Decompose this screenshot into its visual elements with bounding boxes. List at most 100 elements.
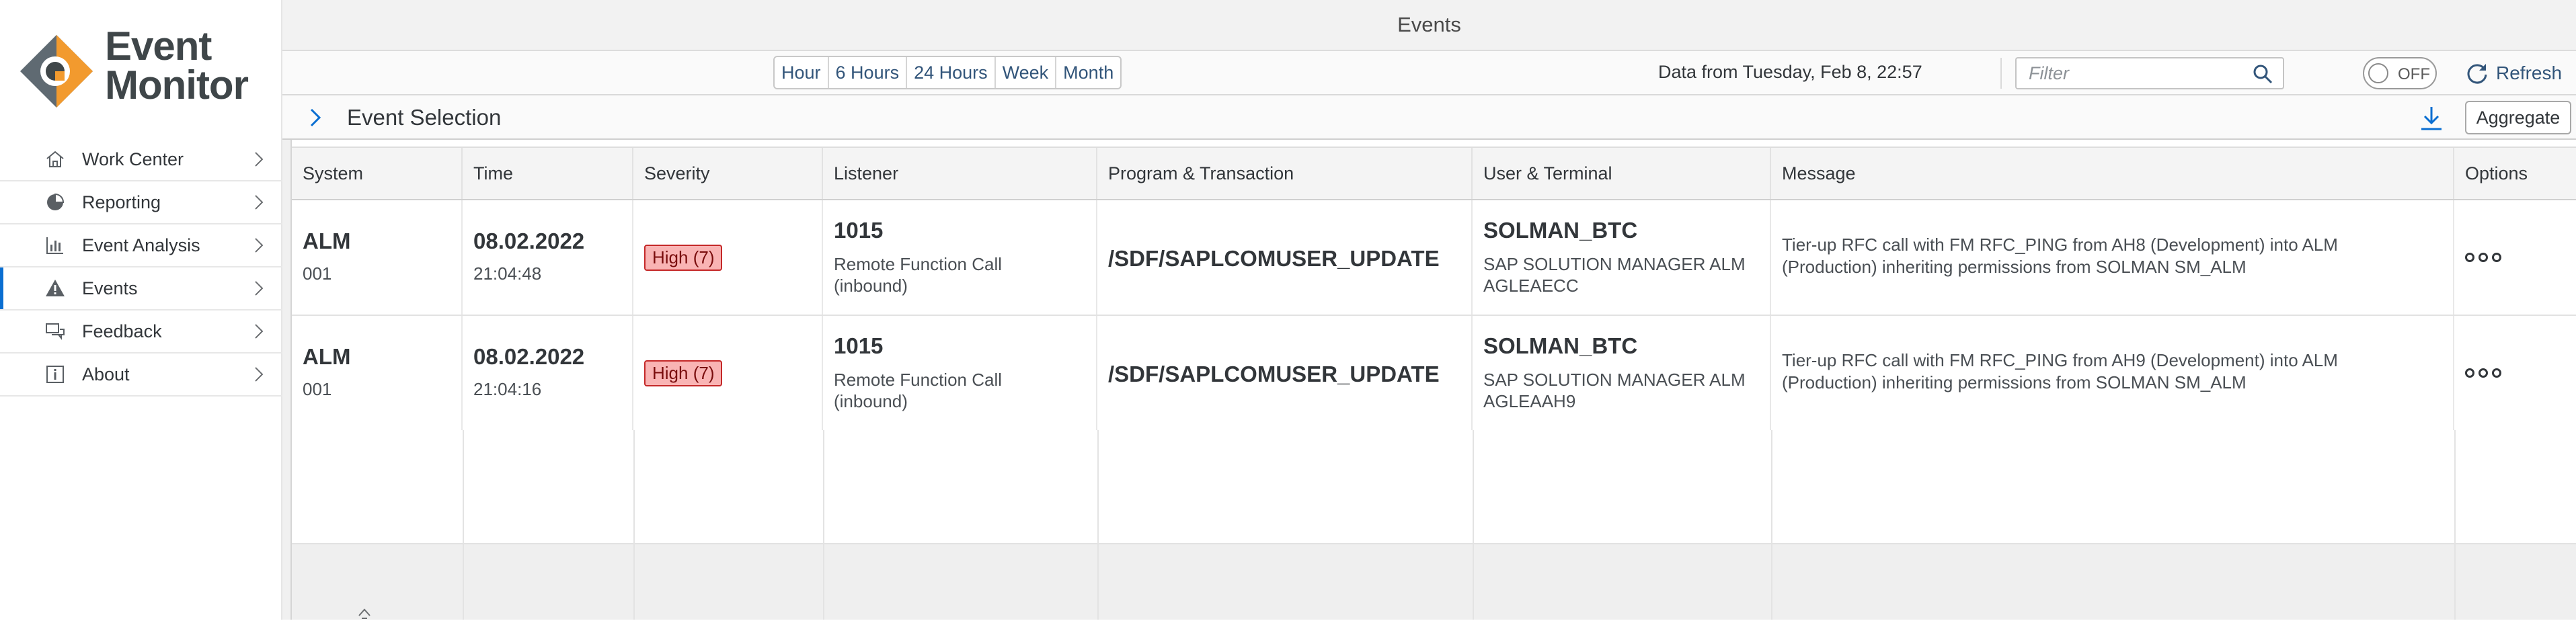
column-header-program-transaction[interactable]: Program & Transaction <box>1097 148 1473 199</box>
range-week-button[interactable]: Week <box>996 57 1057 88</box>
client-id: 001 <box>303 263 332 284</box>
event-selection-title[interactable]: Event Selection <box>347 105 501 130</box>
sidebar-item-label: Event Analysis <box>82 235 200 255</box>
search-icon[interactable] <box>2252 63 2273 85</box>
download-icon[interactable] <box>2419 105 2444 132</box>
system-id: ALM <box>303 344 351 369</box>
feedback-icon <box>44 321 66 342</box>
home-icon <box>44 149 66 170</box>
time-toolbar: Hour 6 Hours 24 Hours Week Month Data fr… <box>282 51 2576 95</box>
column-header-options[interactable]: Options <box>2454 148 2576 199</box>
aggregate-button[interactable]: Aggregate <box>2465 101 2571 134</box>
expand-chevron-icon[interactable] <box>305 107 325 128</box>
chevron-right-icon <box>251 364 266 385</box>
auto-refresh-toggle[interactable]: OFF <box>2363 57 2437 89</box>
more-options-icon[interactable] <box>2465 253 2501 262</box>
sidebar-item-event-analysis[interactable]: Event Analysis <box>0 224 282 267</box>
more-options-icon[interactable] <box>2465 368 2501 378</box>
sidebar-item-feedback[interactable]: Feedback <box>0 310 282 354</box>
cell-listener: 1015 Remote Function Call (inbound) <box>823 200 1097 315</box>
severity-badge: High (7) <box>644 360 723 386</box>
toggle-state-label: OFF <box>2398 65 2430 83</box>
column-header-system[interactable]: System <box>292 148 463 199</box>
column-header-time[interactable]: Time <box>463 148 633 199</box>
events-table: System Time Severity Listener Program & … <box>282 140 2576 620</box>
range-24-hours-button[interactable]: 24 Hours <box>907 57 996 88</box>
cell-severity: High (7) <box>633 316 823 430</box>
info-icon <box>44 364 66 385</box>
dot <box>2479 368 2488 378</box>
terminal-line-2: AGLEAECC <box>1483 276 1579 296</box>
range-6-hours-button[interactable]: 6 Hours <box>829 57 908 88</box>
client-id: 001 <box>303 379 332 399</box>
sidebar: Event Monitor Work Center Reporting Even… <box>0 0 282 620</box>
cell-system: ALM 001 <box>292 316 463 430</box>
cell-time: 08.02.2022 21:04:16 <box>463 316 633 430</box>
sidebar-item-label: Events <box>82 278 138 298</box>
dot <box>2492 368 2501 378</box>
column-header-severity[interactable]: Severity <box>633 148 823 199</box>
terminal-line-1: SAP SOLUTION MANAGER ALM <box>1483 254 1746 274</box>
event-date: 08.02.2022 <box>473 229 585 253</box>
chevron-right-icon <box>251 321 266 342</box>
toggle-knob <box>2368 63 2388 83</box>
listener-desc-line-2: (inbound) <box>834 276 908 296</box>
column-divider <box>823 430 824 620</box>
event-date: 08.02.2022 <box>473 344 585 369</box>
dot <box>2492 253 2501 262</box>
sidebar-item-label: Feedback <box>82 321 162 341</box>
refresh-label: Refresh <box>2496 63 2563 83</box>
table-row[interactable]: ALM 001 08.02.2022 21:04:16 High (7) 101… <box>292 316 2576 431</box>
pie-chart-icon <box>44 192 66 213</box>
sidebar-item-events[interactable]: Events <box>0 267 282 310</box>
cell-user: SOLMAN_BTC SAP SOLUTION MANAGER ALM AGLE… <box>1473 316 1771 430</box>
page-title-bar: Events <box>282 0 2576 51</box>
listener-id: 1015 <box>834 218 884 243</box>
chevron-right-icon <box>251 278 266 299</box>
cell-time: 08.02.2022 21:04:48 <box>463 200 633 315</box>
sidebar-item-work-center[interactable]: Work Center <box>0 138 282 181</box>
severity-badge: High (7) <box>644 245 723 271</box>
chevron-right-icon <box>251 192 266 213</box>
sidebar-item-reporting[interactable]: Reporting <box>0 181 282 224</box>
sidebar-item-about[interactable]: About <box>0 354 282 397</box>
cell-message: Tier-up RFC call with FM RFC_PING from A… <box>1771 316 2454 430</box>
message-line-2: (Production) inheriting permissions from… <box>1782 372 2247 392</box>
cell-options <box>2454 200 2576 315</box>
filter-input[interactable] <box>2017 58 2257 88</box>
data-from-label: Data from Tuesday, Feb 8, 22:57 <box>1658 62 1922 82</box>
chevron-right-icon <box>251 149 266 170</box>
message-line-1: Tier-up RFC call with FM RFC_PING from A… <box>1782 235 2338 255</box>
cell-system: ALM 001 <box>292 200 463 315</box>
program-name: /SDF/SAPLCOMUSER_UPDATE <box>1108 362 1440 386</box>
cell-message: Tier-up RFC call with FM RFC_PING from A… <box>1771 200 2454 315</box>
dot <box>2479 253 2488 262</box>
listener-desc-line-2: (inbound) <box>834 391 908 411</box>
column-header-message[interactable]: Message <box>1771 148 2454 199</box>
column-header-listener[interactable]: Listener <box>823 148 1097 199</box>
cell-options <box>2454 316 2576 430</box>
system-id: ALM <box>303 229 351 253</box>
table-header: System Time Severity Listener Program & … <box>292 147 2576 200</box>
column-header-user-terminal[interactable]: User & Terminal <box>1473 148 1771 199</box>
listener-desc-line-1: Remote Function Call <box>834 370 1002 390</box>
sidebar-item-label: About <box>82 364 130 384</box>
range-hour-button[interactable]: Hour <box>775 57 829 88</box>
range-month-button[interactable]: Month <box>1056 57 1120 88</box>
table-row[interactable]: ALM 001 08.02.2022 21:04:48 High (7) 101… <box>292 200 2576 316</box>
scroll-up-icon[interactable] <box>356 606 373 620</box>
logo-line-2: Monitor <box>105 63 249 108</box>
column-divider <box>1771 430 1772 620</box>
toolbar-divider <box>2000 58 2002 89</box>
row-selector-strip <box>282 140 292 620</box>
page-title: Events <box>1397 13 1461 36</box>
time-range-selector: Hour 6 Hours 24 Hours Week Month <box>773 56 1122 89</box>
app-logo[interactable]: Event Monitor <box>17 26 280 121</box>
column-divider <box>1097 430 1099 620</box>
sidebar-item-label: Reporting <box>82 192 161 212</box>
message-line-1: Tier-up RFC call with FM RFC_PING from A… <box>1782 350 2338 370</box>
bar-chart-icon <box>44 235 66 256</box>
dot <box>2465 368 2474 378</box>
sidebar-item-label: Work Center <box>82 149 184 169</box>
refresh-button[interactable]: Refresh <box>2465 58 2562 89</box>
